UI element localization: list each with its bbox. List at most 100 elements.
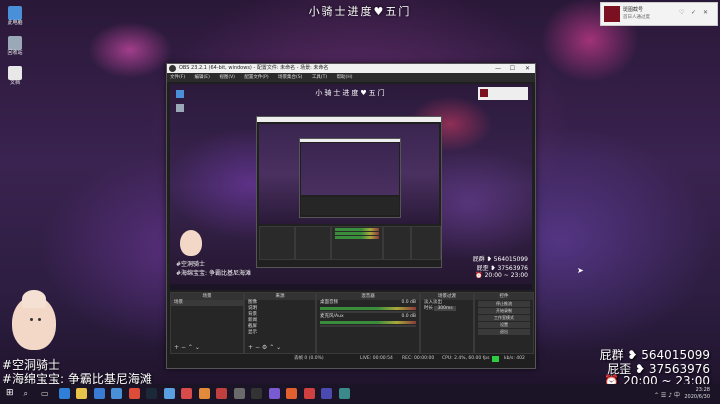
obs-menubar: 文件(F) 编辑(E) 视图(V) 配置文件(P) 场景集合(S) 工具(T) … (167, 73, 535, 82)
steam-icon[interactable] (146, 388, 157, 399)
app-icon[interactable] (338, 388, 350, 399)
preview-overlay-name: #空洞骑士 (176, 261, 206, 268)
mixer-track-desktop: 桌面音频 0.0 dB (320, 300, 416, 305)
gear-icon[interactable]: ⚙ (262, 344, 267, 351)
explorer-icon[interactable] (76, 388, 87, 399)
clock[interactable]: 23:28 2020/6/30 (684, 387, 710, 401)
preview-overlay-line2: #海绵宝宝: 争霸比基尼海滩 (176, 270, 251, 277)
remove-icon[interactable]: − (255, 344, 260, 351)
obs-window-title: OBS 23.2.1 (64-bit, windows) - 配置文件: 未命名… (179, 65, 329, 71)
menu-view[interactable]: 视图(V) (219, 75, 235, 80)
menu-scene-collection[interactable]: 场景集合(S) (278, 75, 302, 80)
obs-preview[interactable]: 小骑士进度♥五门 #空洞骑士 #海绵宝宝: 争霸比基尼海滩 屁群 ❥ 56401… (170, 84, 532, 290)
add-icon[interactable]: + (248, 344, 253, 351)
menu-help[interactable]: 帮助(H) (337, 75, 353, 80)
preview-fan2-label: 屁歪 (476, 265, 489, 272)
taskbar: ⊞ ⌕ ▭ ⌃ ☰ ♪ 中 23:28 2020/6/30 (0, 384, 720, 404)
app-icon[interactable] (303, 388, 315, 399)
sources-toolbar: + − ⚙ ⌃ ⌄ (248, 344, 281, 351)
app-icon[interactable] (163, 388, 175, 399)
close-icon[interactable]: ✕ (525, 64, 530, 73)
preview-taskbar (170, 284, 532, 290)
preview-fan2-num: 37563976 (497, 265, 528, 272)
obs-icon[interactable] (251, 388, 262, 399)
scenes-dock: 场景 场景 + − ⌃ ⌄ (170, 292, 244, 354)
nested-obs-window (256, 116, 442, 268)
preview-desktop-icon (176, 90, 184, 98)
app-icon[interactable] (321, 388, 332, 399)
menu-edit[interactable]: 编辑(E) (195, 75, 210, 80)
minimize-icon[interactable]: — (495, 64, 501, 73)
desktop-icon-label: 文档 (9, 80, 20, 86)
menu-profile[interactable]: 配置文件(P) (244, 75, 268, 80)
duration-input[interactable]: 300ms (434, 306, 456, 311)
document-icon (8, 66, 22, 80)
preview-mascot (180, 230, 202, 256)
settings-button[interactable]: 设置 (478, 322, 530, 328)
close-icon[interactable]: ✕ (703, 9, 708, 16)
up-icon[interactable]: ⌃ (188, 344, 193, 351)
obs-logo-icon (169, 65, 176, 72)
down-icon[interactable]: ⌄ (276, 344, 281, 351)
chevron-up-icon[interactable]: ⌃ (654, 392, 659, 399)
preview-toast (478, 87, 528, 100)
start-recording-button[interactable]: 开始录制 (478, 308, 530, 314)
mascot (12, 290, 56, 350)
mixer-header: 混音器 (317, 293, 419, 300)
toast-notification[interactable]: 斑图截号 首日人通过度 ♡ ✓ ✕ (600, 2, 718, 26)
preview-desktop-icon (176, 104, 184, 112)
studio-mode-button[interactable]: 工作室模式 (478, 315, 530, 321)
heart-icon[interactable]: ♡ (679, 9, 684, 16)
app-icon[interactable] (181, 388, 192, 399)
start-icon[interactable]: ⊞ (6, 388, 17, 399)
app-icon[interactable] (198, 388, 210, 399)
clock-time: 23:28 (695, 387, 710, 393)
store-icon[interactable] (93, 388, 105, 399)
scene-item[interactable]: 场景 (171, 300, 243, 306)
obs-window[interactable]: OBS 23.2.1 (64-bit, windows) - 配置文件: 未命名… (166, 63, 536, 369)
exit-button[interactable]: 退出 (478, 329, 530, 335)
rec-time: REC: 00:00:00 (402, 356, 435, 361)
down-icon[interactable]: ⌄ (195, 344, 200, 351)
app-icon[interactable] (268, 388, 280, 399)
network-icon[interactable]: ☰ (661, 392, 666, 399)
bitrate: kb/s: 402 (504, 356, 525, 361)
obs-titlebar: OBS 23.2.1 (64-bit, windows) - 配置文件: 未命名… (167, 64, 535, 73)
desktop-icon-document[interactable]: 文档 (4, 66, 26, 87)
desktop-icon-recycle-bin[interactable]: 回收站 (4, 36, 26, 57)
source-item[interactable]: 显示 (245, 330, 315, 336)
volume-icon[interactable]: ♪ (668, 392, 672, 399)
obs-statusbar: 丢帧 0 (0.0%) LIVE: 00:00:54 REC: 00:00:00… (170, 354, 532, 364)
chrome-icon[interactable] (128, 388, 140, 399)
app-icon[interactable] (233, 388, 245, 399)
search-icon[interactable]: ⌕ (24, 388, 35, 399)
toast-subtitle: 首日人通过度 (623, 15, 650, 20)
add-icon[interactable]: + (174, 344, 179, 351)
mixer-track-mic: 麦克风/Aux 0.0 dB (320, 314, 416, 319)
sources-dock: 来源 图像 说明 背景 新闻 截屏 显示 + − ⚙ ⌃ ⌄ (244, 292, 316, 354)
scenes-toolbar: + − ⌃ ⌄ (174, 344, 200, 351)
volume-slider[interactable] (320, 311, 416, 313)
app-icon[interactable] (216, 388, 227, 399)
maximize-icon[interactable]: ☐ (510, 64, 515, 73)
task-view-icon[interactable]: ▭ (41, 388, 52, 399)
up-icon[interactable]: ⌃ (269, 344, 274, 351)
preview-time-range: 20:00 ~ 23:00 (484, 272, 528, 279)
preview-fan-num: 564015099 (493, 256, 528, 263)
volume-slider[interactable] (320, 325, 416, 327)
remove-icon[interactable]: − (181, 344, 186, 351)
edge-icon[interactable] (58, 388, 70, 399)
clock-date: 2020/6/30 (684, 394, 710, 400)
duration-row: 时长 300ms (421, 306, 473, 312)
mail-icon[interactable] (111, 388, 122, 399)
ime-icon[interactable]: 中 (674, 392, 680, 399)
menu-file[interactable]: 文件(F) (170, 75, 185, 80)
app-icon[interactable] (286, 388, 297, 399)
like-icon[interactable]: ✓ (691, 9, 696, 16)
stop-streaming-button[interactable]: 停止推流 (478, 301, 530, 307)
menu-tools[interactable]: 工具(T) (312, 75, 327, 80)
status-indicator (492, 356, 499, 362)
controls-dock: 控件 停止推流 开始录制 工作室模式 设置 退出 (474, 292, 534, 354)
desktop-icon-label: 回收站 (7, 50, 23, 56)
scenes-header: 场景 (171, 293, 243, 300)
